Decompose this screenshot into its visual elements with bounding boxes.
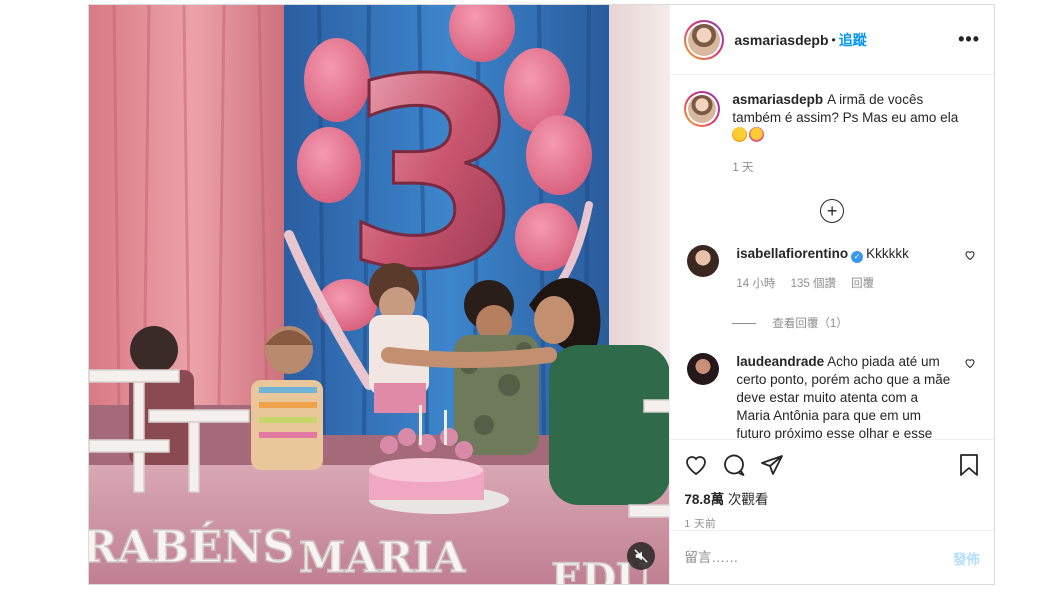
post-actions: 78.8萬 次觀看 1 天前: [670, 439, 994, 530]
post-date: 1 天前: [684, 518, 717, 530]
post-comment-button[interactable]: 發佈: [953, 548, 980, 568]
post-caption: asmariasdepb A irmã de vocês também é ass…: [684, 91, 980, 177]
comment-composer: 發佈: [670, 530, 994, 584]
post-header: asmariasdepb • 追蹤 •••: [670, 5, 994, 75]
comment-likes[interactable]: 135 個讚: [791, 278, 836, 290]
views-label: 次觀看: [727, 492, 769, 507]
author-username[interactable]: asmariasdepb: [734, 32, 828, 48]
instagram-post: 3 RABÉNS MARIA EDU asmariasdepb • 追蹤 •••…: [88, 4, 995, 585]
caption-username[interactable]: asmariasdepb: [732, 92, 823, 107]
share-button[interactable]: [760, 453, 784, 477]
speaker-muted-icon: [634, 549, 648, 563]
heart-icon: [686, 456, 707, 476]
comment-input[interactable]: [684, 550, 953, 565]
comment-time: 14 小時: [736, 278, 776, 290]
view-replies-label[interactable]: 查看回覆（1）: [772, 315, 847, 331]
overlay-text-center: MARIA: [299, 533, 467, 582]
comment-text: Kkkkkk: [866, 246, 909, 261]
smiling-hearts-emoji: [749, 127, 765, 142]
comment-item: isabellafiorentino ✓ Kkkkkk 14 小時 135 個讚 回…: [684, 245, 980, 293]
author-avatar[interactable]: [684, 19, 725, 60]
post-sidebar: asmariasdepb • 追蹤 ••• asmariasdepb A irmã…: [669, 5, 994, 584]
commenter-username[interactable]: isabellafiorentino: [736, 246, 848, 261]
plus-circle-icon[interactable]: +: [820, 199, 845, 223]
commenter-avatar[interactable]: [687, 353, 720, 385]
post-video[interactable]: 3 RABÉNS MARIA EDU: [89, 5, 670, 584]
view-replies[interactable]: 查看回覆（1）: [732, 315, 980, 331]
comments-section: asmariasdepb A irmã de vocês também é ass…: [670, 75, 994, 439]
video-frame: 3 RABÉNS MARIA EDU: [89, 5, 670, 584]
bookmark-icon: [960, 454, 978, 476]
like-comment-icon[interactable]: [964, 357, 976, 369]
replies-line: [732, 322, 757, 324]
verified-badge-icon: ✓: [851, 251, 864, 263]
save-button[interactable]: [958, 453, 980, 477]
follow-button[interactable]: 追蹤: [839, 30, 867, 50]
view-count[interactable]: 78.8萬 次觀看: [684, 488, 980, 508]
caption-time: 1 天: [732, 162, 754, 174]
comment-item: laudeandrade Acho piada até um certo pont…: [684, 353, 980, 439]
separator-dot: •: [831, 32, 836, 47]
comment-button[interactable]: [722, 453, 746, 477]
like-button[interactable]: [684, 453, 708, 477]
more-options-icon[interactable]: •••: [958, 29, 980, 50]
views-number: 78.8萬: [684, 492, 725, 507]
caption-avatar[interactable]: [684, 91, 721, 127]
overlay-text-left: RABÉNS: [89, 520, 294, 573]
paper-plane-icon: [761, 455, 784, 475]
reply-button[interactable]: 回覆: [851, 278, 874, 290]
star-struck-emoji: [732, 127, 748, 142]
commenter-username[interactable]: laudeandrade: [736, 354, 824, 369]
like-comment-icon[interactable]: [964, 249, 976, 261]
commenter-avatar[interactable]: [687, 245, 720, 277]
comment-bubble-icon: [724, 454, 745, 476]
